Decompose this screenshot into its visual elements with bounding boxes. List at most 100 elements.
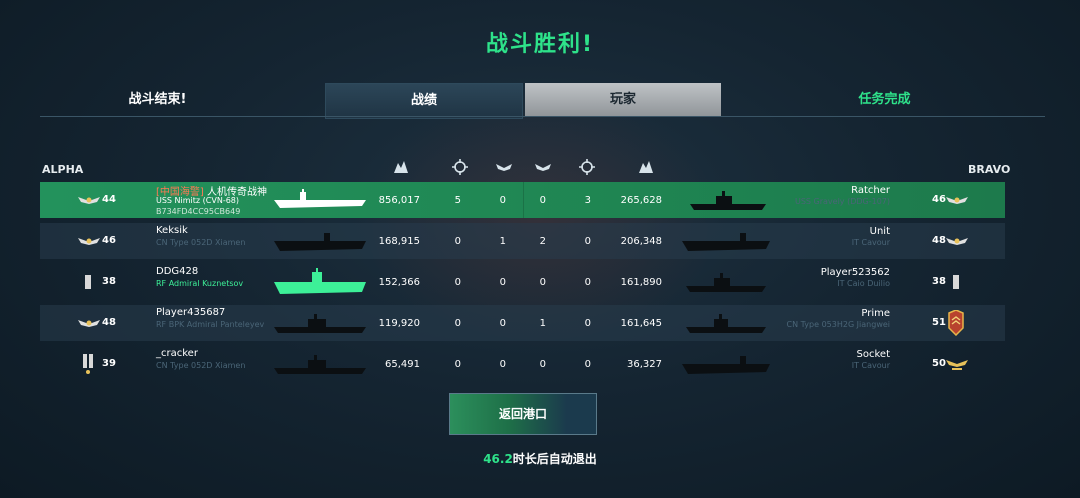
score-right: 206,348 — [620, 236, 662, 247]
rank-bar-icon — [85, 275, 91, 289]
auto-exit-countdown: 46.2时长后自动退出 — [0, 450, 1080, 467]
ship-name-right: CN Type 053H2G Jiangwei — [786, 320, 890, 329]
ship-name: CN Type 052D Xiamen — [156, 361, 246, 370]
stat-aircraft: 1 — [499, 236, 506, 247]
row-separator — [523, 182, 524, 218]
carrier-silhouette-highlighted — [274, 268, 366, 294]
rank-bar-icon-right — [953, 275, 959, 289]
carrier-silhouette — [274, 189, 366, 208]
ship-name: RF BPK Admiral Panteleyev — [156, 320, 265, 329]
score-right: 161,890 — [620, 277, 662, 288]
rank-wings-icon-right — [946, 238, 968, 245]
player-level: 38 — [102, 276, 116, 287]
stat-aircraft: 0 — [499, 318, 506, 329]
tab-divider — [40, 116, 1045, 117]
player-level: 44 — [102, 194, 116, 205]
player-level: 46 — [102, 235, 116, 246]
player-row[interactable]: 39 _cracker CN Type 052D Xiamen 65,491 0… — [40, 346, 1005, 382]
crosshair-icon-2 — [579, 159, 595, 175]
damage-icon — [394, 161, 408, 173]
player-name-right: Socket — [856, 349, 890, 360]
stat-kills-right: 0 — [584, 236, 591, 247]
stat-aircraft-right: 1 — [539, 318, 546, 329]
return-to-port-button[interactable]: 返回港口 — [449, 393, 597, 435]
tab-stats[interactable]: 战绩 — [325, 83, 523, 119]
stat-kills-right: 0 — [584, 359, 591, 370]
stat-aircraft: 0 — [499, 277, 506, 288]
rank-wings-gold-icon-right — [946, 360, 968, 370]
player-level-right: 38 — [932, 276, 946, 287]
rank-bars-icon — [83, 354, 93, 374]
rank-wings-icon — [78, 320, 100, 327]
countdown-value: 46.2 — [483, 452, 513, 466]
player-level-right: 46 — [932, 194, 946, 205]
stat-kills-right: 3 — [584, 195, 591, 206]
player-name: Player435687 — [156, 307, 226, 318]
stat-aircraft-right: 0 — [539, 277, 546, 288]
ship-name: USS Nimitz (CVN-68) — [156, 196, 240, 205]
ship-name: CN Type 052D Xiamen — [156, 238, 246, 247]
damage-icon-2 — [639, 161, 653, 173]
player-level-right: 48 — [932, 235, 946, 246]
battle-result-title: 战斗胜利! — [485, 32, 595, 57]
destroyer-silhouette — [274, 355, 366, 374]
countdown-text: 时长后自动退出 — [512, 452, 597, 466]
player-name-right: Unit — [869, 226, 890, 237]
destroyer-silhouette-right — [686, 273, 766, 292]
player-level: 48 — [102, 317, 116, 328]
stat-aircraft-right: 0 — [539, 195, 546, 206]
stat-aircraft: 0 — [499, 195, 506, 206]
player-name: _cracker — [156, 348, 198, 359]
carrier-silhouette — [274, 233, 366, 251]
rank-wings-icon-right — [946, 197, 968, 204]
score-right: 36,327 — [627, 359, 662, 370]
player-row[interactable]: 44 [中国海警] 人机传奇战神 USS Nimitz (CVN-68) B73… — [40, 182, 1005, 218]
player-level-right: 50 — [932, 358, 946, 369]
score: 152,366 — [378, 277, 420, 288]
team-alpha-label: ALPHA — [42, 163, 84, 176]
player-name-right: Prime — [861, 308, 890, 319]
rank-wings-icon — [78, 197, 100, 204]
tab-mission-complete[interactable]: 任务完成 — [812, 83, 957, 117]
stat-kills: 0 — [454, 359, 461, 370]
wings-icon — [496, 164, 512, 171]
player-name: Keksik — [156, 225, 188, 236]
player-name: DDG428 — [156, 266, 199, 277]
score: 168,915 — [378, 236, 420, 247]
player-name-right: Player523562 — [820, 267, 890, 278]
stat-kills: 5 — [454, 195, 461, 206]
player-name-right: Ratcher — [851, 185, 890, 196]
tab-bar: 战斗结束! 战绩 玩家 任务完成 — [0, 83, 1080, 119]
frigate-silhouette-right — [686, 314, 766, 333]
stat-kills: 0 — [454, 277, 461, 288]
carrier-silhouette-right — [682, 233, 770, 251]
player-row[interactable]: 48 Player435687 RF BPK Admiral Panteleye… — [40, 305, 1005, 341]
score: 65,491 — [385, 359, 420, 370]
ship-name-right: USS Gravely (DDG-107) — [794, 197, 890, 206]
player-id: B734FD4CC95CB649 — [156, 207, 241, 216]
stat-aircraft-right: 2 — [539, 236, 546, 247]
player-row[interactable]: 38 DDG428 RF Admiral Kuznetsov 152,366 0… — [40, 264, 1005, 300]
stat-kills: 0 — [454, 318, 461, 329]
battle-status-label: 战斗结束! — [128, 92, 187, 107]
rank-wings-icon — [78, 238, 100, 245]
score: 119,920 — [378, 318, 420, 329]
stat-kills: 0 — [454, 236, 461, 247]
player-level: 39 — [102, 358, 116, 369]
ship-name-right: IT Cavour — [851, 238, 890, 247]
stat-kills-right: 0 — [584, 318, 591, 329]
rank-shield-icon-right — [948, 310, 964, 336]
wings-icon-2 — [535, 164, 551, 171]
ship-name-right: IT Cavour — [851, 361, 890, 370]
destroyer-silhouette — [274, 314, 366, 333]
team-bravo-label: BRAVO — [968, 163, 1011, 176]
player-row[interactable]: 46 Keksik CN Type 052D Xiamen 168,915 0 … — [40, 223, 1005, 259]
stat-aircraft: 0 — [499, 359, 506, 370]
score-right: 265,628 — [620, 195, 662, 206]
ship-name: RF Admiral Kuznetsov — [156, 279, 244, 288]
score-right: 161,645 — [620, 318, 662, 329]
stat-aircraft-right: 0 — [539, 359, 546, 370]
score: 856,017 — [378, 195, 420, 206]
stat-kills-right: 0 — [584, 277, 591, 288]
tab-players[interactable]: 玩家 — [525, 83, 721, 117]
